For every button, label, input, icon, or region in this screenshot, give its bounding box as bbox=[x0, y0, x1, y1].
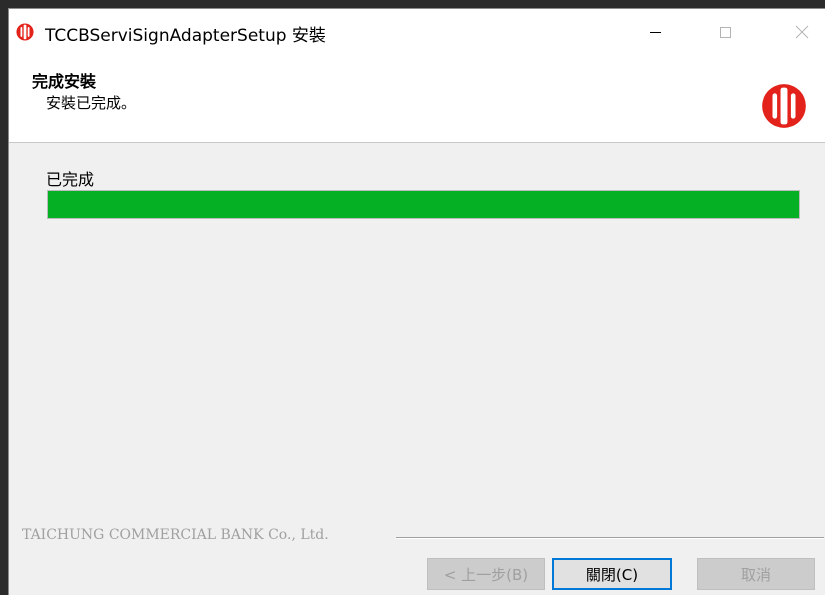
brand-text: TAICHUNG COMMERCIAL BANK Co., Ltd. bbox=[22, 527, 329, 543]
tccb-logo-icon bbox=[762, 84, 806, 128]
close-window-button[interactable] bbox=[779, 9, 825, 55]
wizard-header: 完成安裝 安裝已完成。 bbox=[9, 55, 825, 143]
back-button[interactable]: < 上一步(B) bbox=[427, 558, 545, 590]
maximize-icon bbox=[719, 26, 731, 38]
divider-line bbox=[396, 537, 824, 539]
progress-fill bbox=[48, 191, 799, 218]
cancel-button[interactable]: 取消 bbox=[697, 558, 815, 590]
status-label: 已完成 bbox=[46, 170, 95, 189]
close-icon bbox=[795, 25, 809, 39]
installer-window: TCCBServiSignAdapterSetup 安裝 完成安裝 安裝已完成。… bbox=[8, 8, 825, 595]
window-title: TCCBServiSignAdapterSetup 安裝 bbox=[45, 26, 326, 46]
title-bar[interactable]: TCCBServiSignAdapterSetup 安裝 bbox=[9, 9, 825, 55]
minimize-button[interactable] bbox=[632, 9, 678, 55]
minimize-icon bbox=[649, 31, 661, 33]
progress-bar bbox=[47, 190, 800, 219]
page-subtitle: 安裝已完成。 bbox=[46, 94, 137, 112]
tccb-logo-icon bbox=[16, 23, 34, 41]
brand-divider: TAICHUNG COMMERCIAL BANK Co., Ltd. bbox=[22, 527, 824, 547]
close-button[interactable]: 關閉(C) bbox=[552, 558, 672, 590]
maximize-button[interactable] bbox=[702, 9, 748, 55]
page-title: 完成安裝 bbox=[32, 72, 97, 91]
